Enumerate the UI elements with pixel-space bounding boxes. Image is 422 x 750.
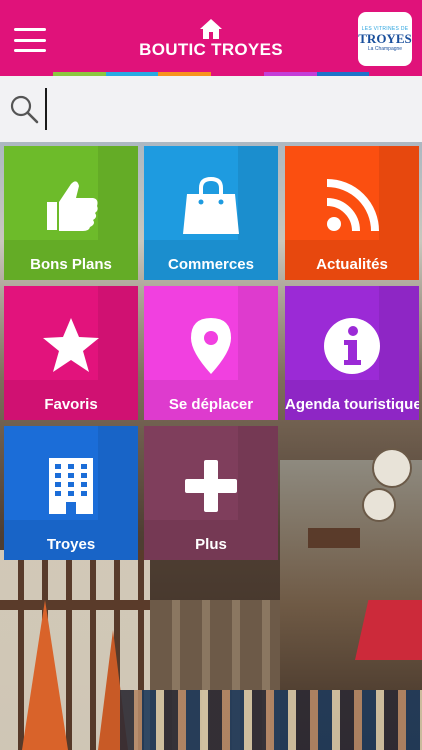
tile-se-deplacer[interactable]: Se déplacer — [144, 286, 278, 420]
map-pin-icon — [191, 318, 231, 374]
shopping-bag-icon — [183, 176, 239, 234]
app-header: BOUTIC TROYES LES VITRINES DE TROYES La … — [0, 0, 422, 72]
logo-main-text: TROYES — [358, 31, 412, 46]
tile-label: Agenda touristique — [285, 396, 419, 413]
tile-actualites[interactable]: Actualités — [285, 146, 419, 280]
thumbs-up-icon — [47, 181, 98, 231]
tile-label: Plus — [195, 536, 227, 553]
tile-label: Actualités — [316, 256, 388, 273]
troyes-logo[interactable]: LES VITRINES DE TROYES La Champagne — [358, 12, 412, 66]
tile-plus[interactable]: Plus — [144, 426, 278, 560]
tile-agenda-touristique[interactable]: Agenda touristique — [285, 286, 419, 420]
tile-troyes[interactable]: Troyes — [4, 426, 138, 560]
plus-icon — [185, 460, 237, 512]
tile-commerces[interactable]: Commerces — [144, 146, 278, 280]
search-input[interactable] — [48, 90, 408, 128]
tile-label: Se déplacer — [168, 396, 254, 413]
search-icon[interactable] — [8, 93, 40, 125]
tile-favoris[interactable]: Favoris — [4, 286, 138, 420]
tile-bons-plans[interactable]: Bons Plans — [4, 146, 138, 280]
logo-sub-text: La Champagne — [367, 46, 403, 52]
info-icon — [324, 318, 380, 374]
tile-label: Troyes — [46, 536, 96, 553]
tile-label: Favoris — [44, 396, 98, 413]
home-icon[interactable] — [199, 18, 223, 40]
star-icon — [43, 318, 99, 372]
search-bar — [0, 76, 422, 142]
building-icon — [49, 458, 93, 514]
text-caret — [45, 88, 47, 130]
tile-label: Bons Plans — [30, 256, 112, 273]
rss-icon — [326, 179, 379, 232]
tile-label: Commerces — [168, 256, 254, 273]
